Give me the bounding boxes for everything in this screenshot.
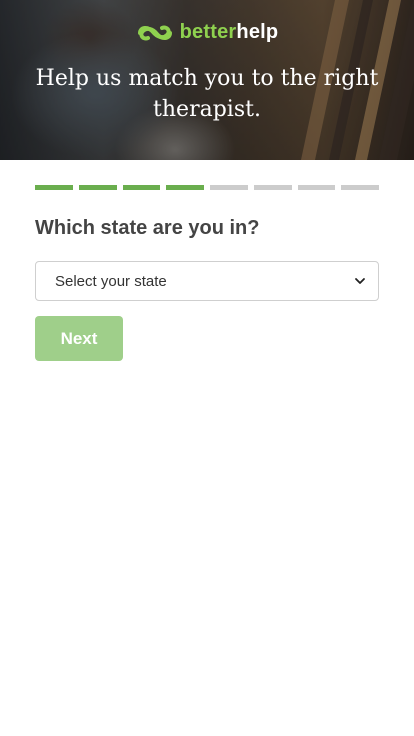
state-select[interactable]: Select your state [35, 261, 379, 301]
betterhelp-logo-icon [136, 23, 174, 43]
progress-step-pending [210, 185, 248, 190]
page-title: Help us match you to the right therapist… [35, 66, 379, 122]
progress-step-pending [297, 185, 336, 190]
progress-step-complete [122, 185, 161, 190]
progress-bar [35, 185, 379, 190]
progress-step-pending [341, 185, 379, 190]
progress-step-pending [253, 185, 292, 190]
state-select-value: Select your state [55, 272, 167, 290]
question-heading: Which state are you in? [35, 217, 260, 239]
chevron-down-icon [354, 275, 366, 287]
brand-name-better: better [179, 21, 237, 43]
progress-step-complete [166, 185, 204, 190]
brand-logo[interactable]: betterhelp [0, 21, 414, 44]
progress-step-complete [78, 185, 117, 190]
next-button[interactable]: Next [35, 316, 123, 361]
brand-name: betterhelp [180, 21, 279, 44]
brand-name-help: help [236, 21, 279, 43]
progress-step-complete [35, 185, 73, 190]
hero-banner: betterhelp Help us match you to the righ… [0, 0, 414, 160]
